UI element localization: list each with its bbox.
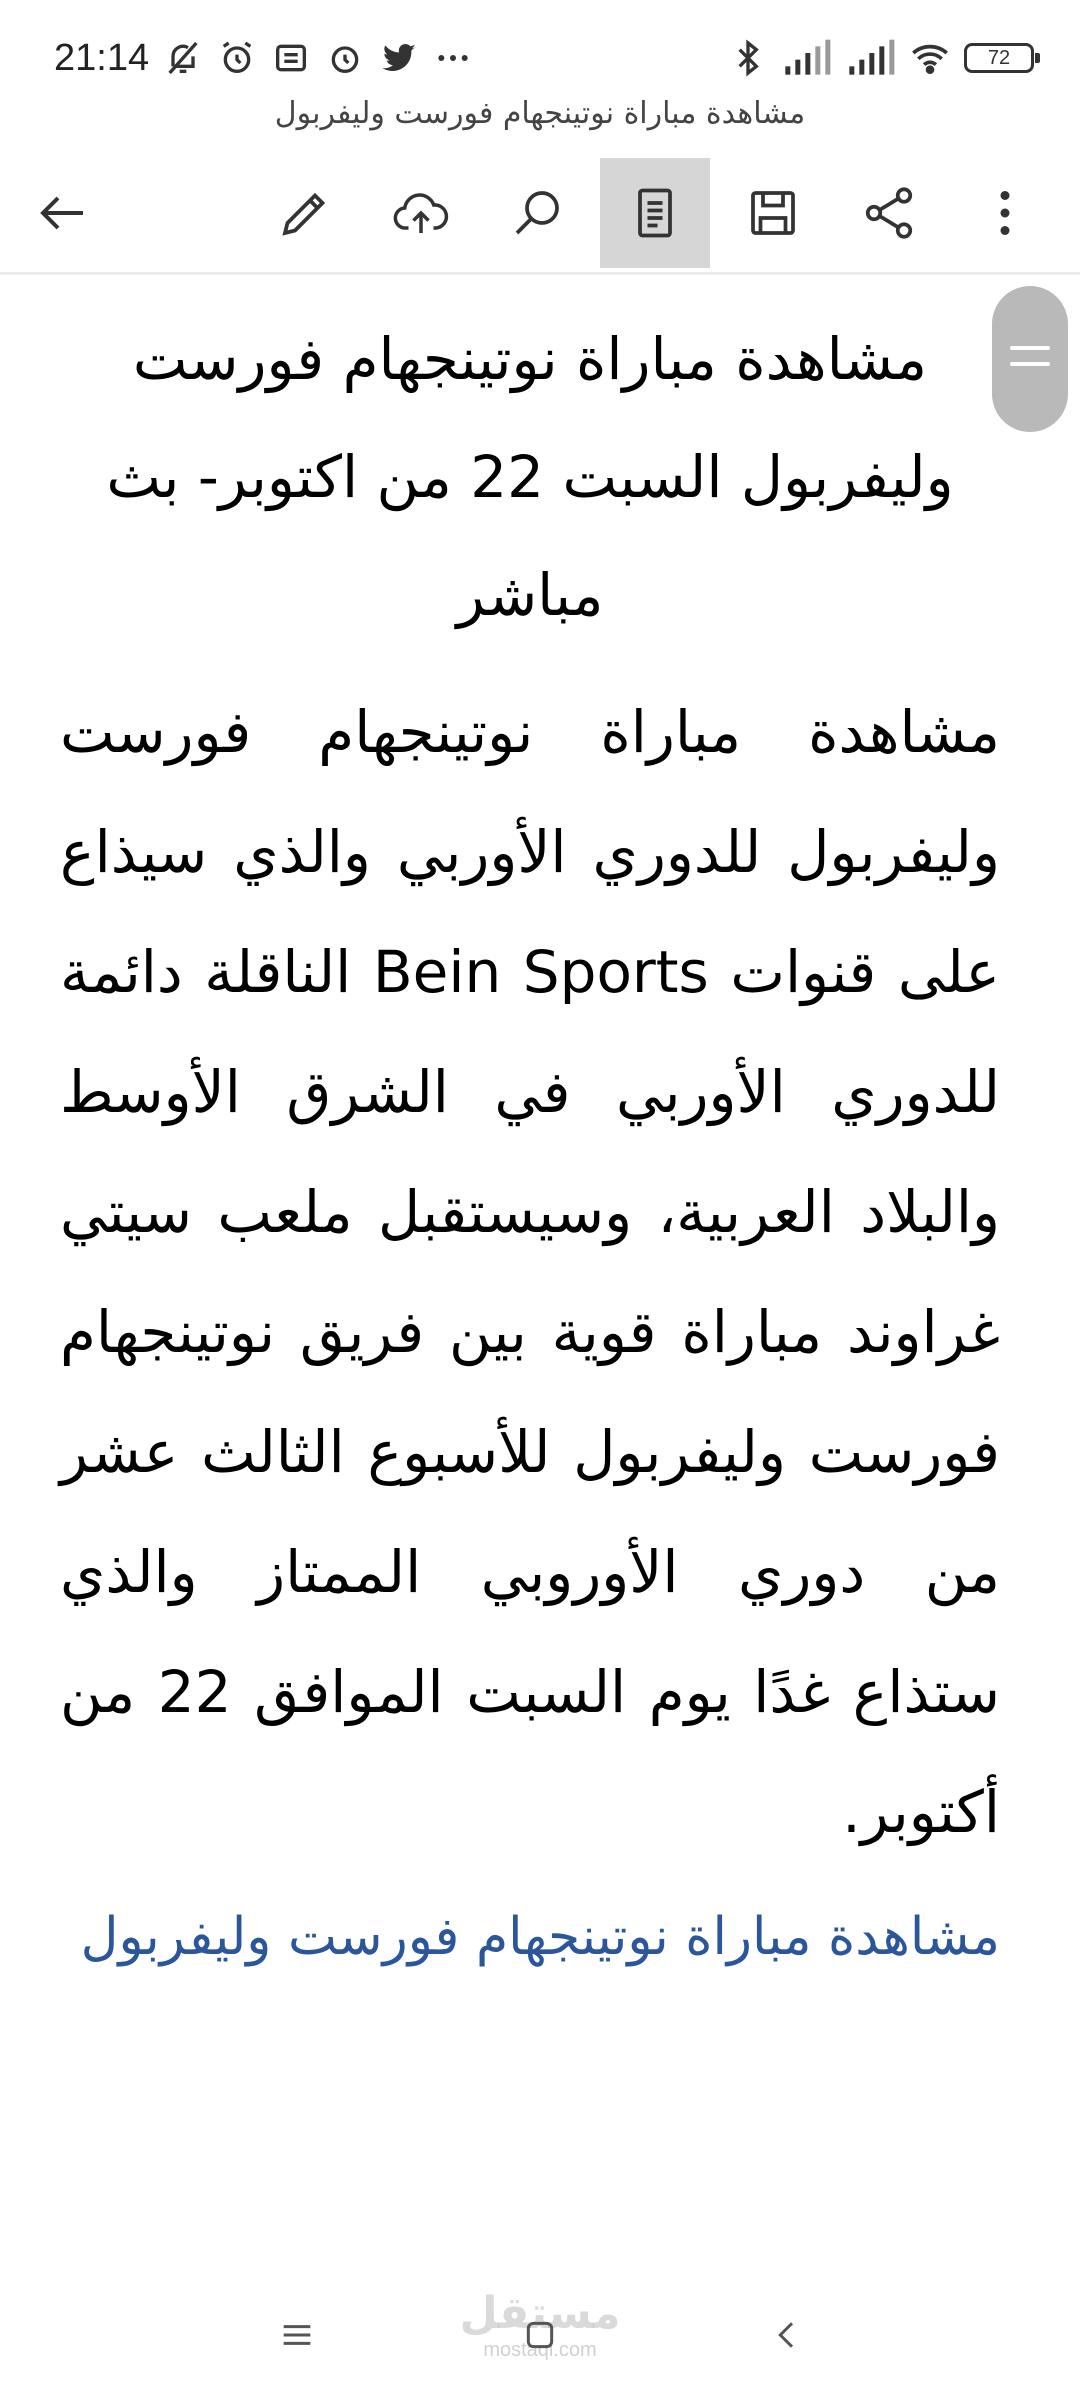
nav-back-button[interactable] [752, 2300, 822, 2370]
toolbar [0, 150, 1080, 268]
search-icon [515, 191, 559, 235]
nav-home-button[interactable] [505, 2300, 575, 2370]
cloud-upload-icon [393, 193, 449, 233]
scroll-handle-grip [1010, 362, 1050, 366]
back-button[interactable] [8, 158, 118, 268]
document-content: مشاهدة مباراة نوتينجهام فورست وليفربول ا… [60, 300, 1000, 1992]
back-arrow-icon [40, 196, 83, 230]
share-icon [865, 187, 913, 239]
status-bar: 21:14 72 [0, 0, 1080, 110]
notes-icon [271, 38, 311, 78]
back-icon [778, 2322, 794, 2348]
alarm-icon [325, 38, 365, 78]
reading-view-button[interactable] [600, 158, 710, 268]
save-icon [751, 191, 795, 235]
more-options-button[interactable] [950, 158, 1060, 268]
more-vertical-icon [1000, 191, 1010, 235]
edit-button[interactable] [250, 158, 360, 268]
system-nav-bar: مستقل mostaql.com [0, 2270, 1080, 2400]
pencil-icon [282, 192, 326, 236]
save-button[interactable] [718, 158, 828, 268]
signal-icon [782, 38, 832, 78]
scroll-handle[interactable] [992, 286, 1068, 432]
status-clock: 21:14 [54, 36, 150, 79]
document-paragraph: مشاهدة مباراة نوتينجهام فورست وليفربول ل… [60, 698, 1001, 1846]
document-subheading-link[interactable]: مشاهدة مباراة نوتينجهام فورست وليفربول [60, 1882, 1000, 1992]
document-heading: مشاهدة مباراة نوتينجهام فورست وليفربول ا… [106, 325, 954, 629]
bell-off-icon [163, 38, 203, 78]
toolbar-divider [0, 272, 1080, 275]
home-icon [526, 2321, 554, 2349]
alarm-icon [217, 38, 257, 78]
status-right: 72 [728, 30, 1040, 86]
search-button[interactable] [482, 158, 592, 268]
twitter-icon [379, 38, 419, 78]
signal-icon [846, 38, 896, 78]
menu-icon [283, 2325, 311, 2345]
upload-button[interactable] [366, 158, 476, 268]
status-left: 21:14 [54, 30, 473, 86]
scroll-handle-grip [1010, 346, 1050, 350]
battery-icon: 72 [964, 43, 1040, 73]
share-button[interactable] [834, 158, 944, 268]
nav-menu-button[interactable] [262, 2300, 332, 2370]
document-title: مشاهدة مباراة نوتينجهام فورست وليفربول [274, 96, 806, 131]
bluetooth-icon [728, 38, 768, 78]
wifi-icon [910, 38, 950, 78]
more-dots-icon [433, 38, 473, 78]
reading-view-icon [638, 188, 672, 238]
